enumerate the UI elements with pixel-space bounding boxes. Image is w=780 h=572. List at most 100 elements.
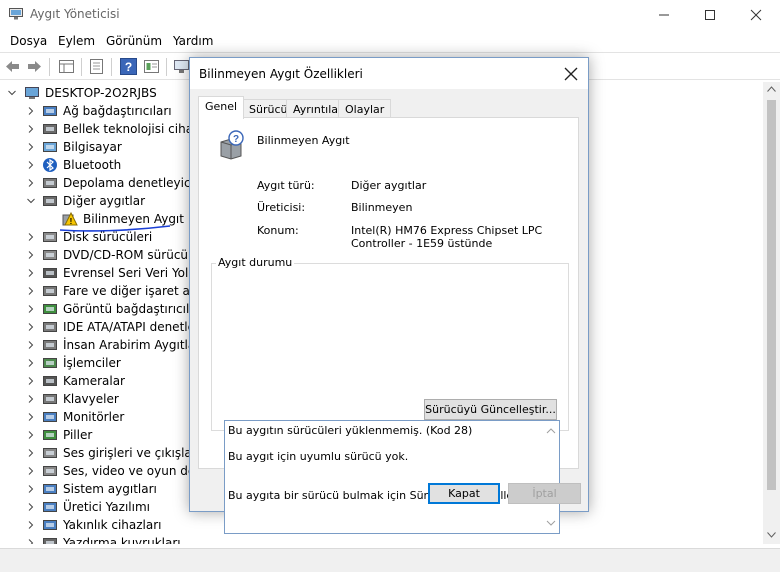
tree-category-row[interactable]: Bellek teknolojisi cihazla: [0, 120, 210, 138]
tree-category-row[interactable]: Üretici Yazılımı: [0, 498, 200, 516]
help-icon[interactable]: ?: [120, 58, 137, 75]
chevron-right-icon[interactable]: [27, 539, 35, 544]
chevron-right-icon[interactable]: [27, 305, 35, 313]
menu-help[interactable]: Yardım: [173, 34, 213, 48]
chevron-right-icon[interactable]: [27, 503, 35, 511]
tree-category-row[interactable]: Yakınlık cihazları: [0, 516, 200, 534]
dialog-close-icon[interactable]: [562, 65, 580, 83]
tree-item-label: Üretici Yazılımı: [63, 500, 150, 514]
tree-item-label: Kameralar: [63, 374, 125, 388]
scroll-up-icon[interactable]: [545, 425, 557, 437]
tree-category-row[interactable]: İşlemciler: [0, 354, 200, 372]
back-arrow-icon[interactable]: [4, 58, 21, 75]
toolbar-separator: [111, 58, 112, 76]
scan-hardware-icon[interactable]: [173, 58, 190, 75]
chevron-right-icon[interactable]: [27, 449, 35, 457]
tree-category-row[interactable]: Ses, video ve oyun dene: [0, 462, 210, 480]
chevron-right-icon[interactable]: [27, 485, 35, 493]
tree-category-row[interactable]: Görüntü bağdaştırıcıları: [0, 300, 205, 318]
tree-item-label: IDE ATA/ATAPI denetleyi: [63, 320, 206, 334]
properties-grid-icon[interactable]: [58, 58, 75, 75]
chevron-right-icon[interactable]: [27, 287, 35, 295]
menu-action[interactable]: Eylem: [58, 34, 95, 48]
view-toggle-icon[interactable]: [143, 58, 160, 75]
proximity-icon: [43, 520, 57, 530]
tree-category-row[interactable]: Piller: [0, 426, 200, 444]
maximize-button[interactable]: [687, 0, 733, 30]
tree-category-row[interactable]: Ses girişleri ve çıkışları: [0, 444, 200, 462]
forward-arrow-icon[interactable]: [26, 58, 43, 75]
system-devices-icon: [43, 484, 57, 494]
tree-category-row[interactable]: Ağ bağdaştırıcıları: [0, 102, 200, 120]
chevron-right-icon[interactable]: [27, 143, 35, 151]
chevron-right-icon[interactable]: [27, 323, 35, 331]
tree-category-row[interactable]: Klavyeler: [0, 390, 200, 408]
toolbar-separator: [49, 58, 50, 76]
chevron-right-icon[interactable]: [27, 251, 35, 259]
close-dialog-button[interactable]: Kapat: [428, 483, 500, 504]
tree-category-row[interactable]: İnsan Arabirim Aygıtları: [0, 336, 204, 354]
scroll-up-icon[interactable]: [767, 86, 776, 92]
print-queue-icon: [43, 538, 57, 544]
tab-general[interactable]: Genel: [198, 96, 245, 119]
tree-category-row[interactable]: Kameralar: [0, 372, 200, 390]
properties-dialog: Bilinmeyen Aygıt Özellikleri Genel Sürüc…: [189, 57, 589, 534]
chevron-right-icon[interactable]: [27, 413, 35, 421]
dvd-drive-icon: [43, 250, 57, 260]
chevron-down-icon[interactable]: [8, 89, 16, 97]
chevron-right-icon[interactable]: [27, 125, 35, 133]
chevron-right-icon[interactable]: [27, 431, 35, 439]
chevron-right-icon[interactable]: [27, 161, 35, 169]
menu-file[interactable]: Dosya: [10, 34, 47, 48]
tree-category-row[interactable]: Fare ve diğer işaret aygıt: [0, 282, 213, 300]
tree-category-row[interactable]: Depolama denetleyiciler: [0, 174, 210, 192]
sound-video-icon: [43, 466, 57, 476]
tree-category-row[interactable]: Diğer aygıtlar: [0, 192, 200, 210]
tree-item-label: Monitörler: [63, 410, 125, 424]
tree-item-label: İşlemciler: [63, 356, 121, 370]
tree-category-row[interactable]: Evrensel Seri Veri Yolu de: [0, 264, 215, 282]
tab-events[interactable]: Olaylar: [338, 99, 392, 118]
chevron-right-icon[interactable]: [27, 395, 35, 403]
storage-controller-icon: [43, 178, 57, 188]
tree-item-label: Yakınlık cihazları: [63, 518, 162, 532]
close-button[interactable]: [733, 0, 779, 30]
tree-item-label: Görüntü bağdaştırıcıları: [63, 302, 205, 316]
tree-item-label: Bilgisayar: [63, 140, 122, 154]
chevron-right-icon[interactable]: [27, 179, 35, 187]
toolbar-separator: [81, 58, 82, 76]
scroll-down-icon[interactable]: [545, 517, 557, 529]
device-status-textbox[interactable]: Bu aygıtın sürücüleri yüklenmemiş. (Kod …: [224, 420, 560, 534]
general-tab-panel: ? Bilinmeyen Aygıt Aygıt türü: Diğer ayg…: [198, 117, 579, 534]
bluetooth-icon: [43, 158, 57, 172]
cancel-button[interactable]: İptal: [508, 483, 581, 504]
scrollbar-thumb[interactable]: [767, 100, 776, 490]
main-title-bar[interactable]: Aygıt Yöneticisi: [0, 0, 780, 30]
tree-category-row[interactable]: DVD/CD-ROM sürücüle: [0, 246, 200, 264]
chevron-down-icon[interactable]: [27, 197, 35, 205]
tree-category-row[interactable]: Monitörler: [0, 408, 200, 426]
tree-category-row[interactable]: Sistem aygıtları: [0, 480, 200, 498]
tree-vertical-scrollbar[interactable]: [763, 82, 780, 544]
chevron-right-icon[interactable]: [27, 107, 35, 115]
menu-view[interactable]: Görünüm: [106, 34, 162, 48]
chevron-right-icon[interactable]: [27, 233, 35, 241]
chevron-right-icon[interactable]: [27, 359, 35, 367]
tree-category-row[interactable]: Bilgisayar: [0, 138, 200, 156]
chevron-right-icon[interactable]: [27, 341, 35, 349]
chevron-right-icon[interactable]: [27, 269, 35, 277]
update-driver-button[interactable]: Sürücüyü Güncelleştir...: [424, 399, 557, 420]
device-type-value: Diğer aygıtlar: [351, 179, 427, 192]
tree-root-row[interactable]: DESKTOP-2O2RJBS: [0, 84, 180, 102]
chevron-right-icon[interactable]: [27, 467, 35, 475]
chevron-right-icon[interactable]: [27, 521, 35, 529]
minimize-button[interactable]: [641, 0, 687, 30]
tree-category-row[interactable]: Bluetooth: [0, 156, 200, 174]
scroll-down-icon[interactable]: [767, 532, 776, 538]
device-status-group: Bu aygıtın sürücüleri yüklenmemiş. (Kod …: [211, 263, 569, 534]
document-icon[interactable]: [88, 58, 105, 75]
dialog-title-bar[interactable]: Bilinmeyen Aygıt Özellikleri: [190, 58, 588, 89]
tree-category-row[interactable]: Yazdırma kuyrukları: [0, 534, 200, 544]
tree-category-row[interactable]: IDE ATA/ATAPI denetleyi: [0, 318, 205, 336]
chevron-right-icon[interactable]: [27, 377, 35, 385]
